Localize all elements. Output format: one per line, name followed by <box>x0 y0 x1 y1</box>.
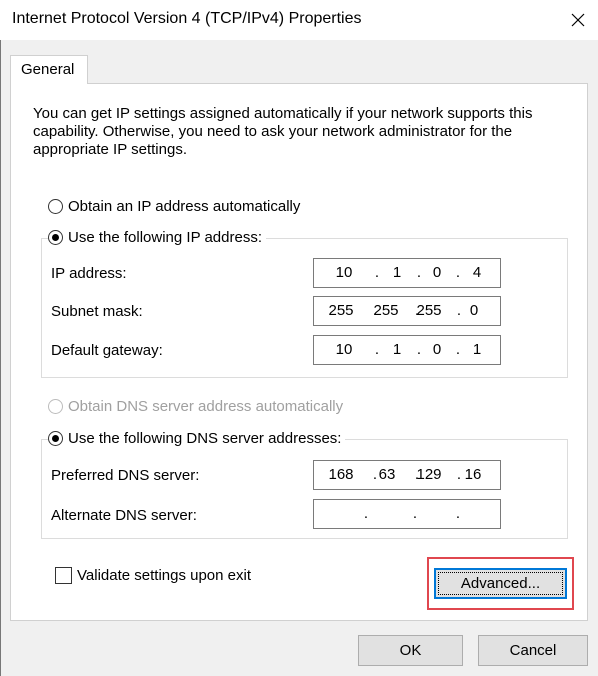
dns-manual-radio[interactable] <box>48 431 63 446</box>
octet-separator: . <box>455 341 461 358</box>
ip-auto-option[interactable]: Obtain an IP address automatically <box>48 198 300 215</box>
octet: 1 <box>392 264 402 281</box>
alternate-dns-input[interactable]: . . . <box>313 499 501 529</box>
focus-rect <box>438 572 563 595</box>
tab-general-label: General <box>21 61 75 78</box>
default-gateway-input[interactable]: 10 . 1 . 0 . 1 <box>313 335 501 365</box>
ip-auto-label: Obtain an IP address automatically <box>68 198 301 215</box>
ip-auto-radio[interactable] <box>48 199 63 214</box>
dns-auto-radio[interactable] <box>48 399 63 414</box>
octet-separator: . <box>374 341 380 358</box>
dns-manual-option[interactable]: Use the following DNS server addresses: <box>48 430 346 447</box>
preferred-dns-label: Preferred DNS server: <box>51 467 200 484</box>
dns-auto-label: Obtain DNS server address automatically <box>68 398 344 415</box>
ok-button[interactable]: OK <box>358 635 463 666</box>
octet: 63 <box>378 466 396 483</box>
cancel-button[interactable]: Cancel <box>478 635 588 666</box>
octet: 129 <box>416 466 442 483</box>
octet: 10 <box>335 341 353 358</box>
octet: 10 <box>335 264 353 281</box>
octet: 0 <box>469 302 479 319</box>
dns-manual-label: Use the following DNS server addresses: <box>68 430 342 447</box>
ok-button-label: OK <box>399 642 422 659</box>
tab-general[interactable]: General <box>10 55 88 84</box>
validate-label: Validate settings upon exit <box>77 567 252 584</box>
octet: 255 <box>328 302 354 319</box>
octet: 255 <box>416 302 442 319</box>
alternate-dns-label: Alternate DNS server: <box>51 507 197 524</box>
ip-address-input[interactable]: 10 . 1 . 0 . 4 <box>313 258 501 288</box>
cancel-button-label: Cancel <box>509 642 557 659</box>
octet: 4 <box>472 264 482 281</box>
ip-manual-radio[interactable] <box>48 230 63 245</box>
window-edge <box>0 0 1 676</box>
validate-checkbox[interactable] <box>55 567 72 584</box>
octet-separator: . <box>412 505 418 522</box>
octet: 0 <box>432 341 442 358</box>
ip-manual-option[interactable]: Use the following IP address: <box>48 229 266 246</box>
description-text: You can get IP settings assigned automat… <box>33 105 533 158</box>
subnet-mask-input[interactable]: 255 . 255 . 255 . 0 <box>313 296 501 326</box>
ip-address-label: IP address: <box>51 265 127 282</box>
octet: 1 <box>472 341 482 358</box>
preferred-dns-input[interactable]: 168 . 63 . 129 . 16 <box>313 460 501 490</box>
octet-separator: . <box>455 264 461 281</box>
octet-separator: . <box>374 264 380 281</box>
octet: 0 <box>432 264 442 281</box>
window-title: Internet Protocol Version 4 (TCP/IPv4) P… <box>12 10 362 27</box>
octet-separator: . <box>455 505 461 522</box>
close-icon <box>571 13 585 27</box>
octet: 16 <box>464 466 482 483</box>
title-bar: Internet Protocol Version 4 (TCP/IPv4) P… <box>0 0 598 40</box>
octet: 1 <box>392 341 402 358</box>
dns-auto-option[interactable]: Obtain DNS server address automatically <box>48 398 343 415</box>
subnet-mask-label: Subnet mask: <box>51 303 143 320</box>
octet-separator: . <box>363 505 369 522</box>
octet: 168 <box>328 466 354 483</box>
default-gateway-label: Default gateway: <box>51 342 163 359</box>
ip-manual-label: Use the following IP address: <box>68 229 262 246</box>
advanced-button[interactable]: Advanced... <box>434 568 567 599</box>
close-button[interactable] <box>558 0 598 40</box>
octet: 255 <box>373 302 399 319</box>
